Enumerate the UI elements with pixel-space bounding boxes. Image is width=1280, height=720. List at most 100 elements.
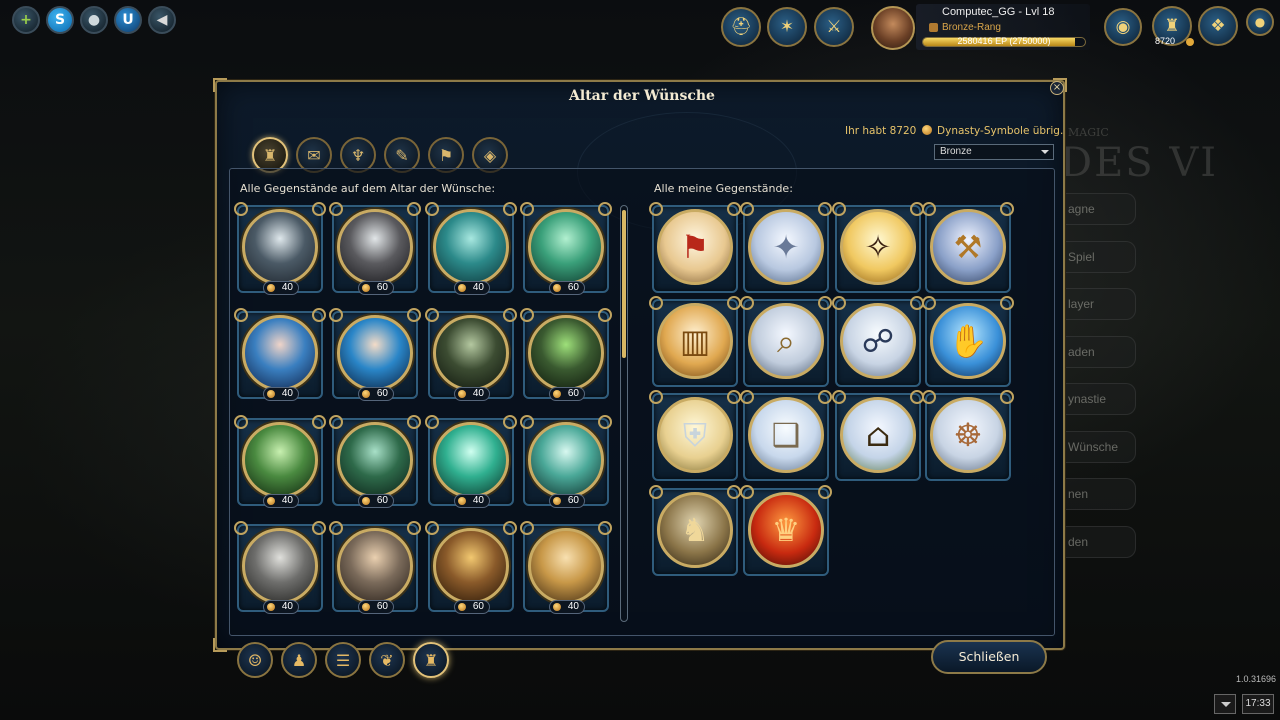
ep-text: 2580416 EP (2750000)	[957, 36, 1051, 46]
inventory-item-slot[interactable]: ✧	[832, 202, 924, 295]
stars-icon[interactable]: ✶	[767, 7, 807, 47]
dialog-title: Altar der Wünsche	[569, 88, 715, 104]
altar-item-slot[interactable]: 60	[329, 202, 421, 295]
item-price: 40	[263, 494, 299, 508]
inventory-item-slot[interactable]: ❑	[740, 390, 832, 483]
war-banner-icon: ⚑	[657, 209, 733, 285]
altar-item-slot[interactable]: 40	[425, 202, 517, 295]
altar-item-slot[interactable]: 40	[520, 521, 612, 614]
add-friend-icon[interactable]: +	[12, 6, 40, 34]
inventory-item-slot[interactable]: ✋	[922, 296, 1014, 389]
item-price: 40	[454, 281, 490, 295]
inventory-item-slot[interactable]: ⚒	[922, 202, 1014, 295]
item-price: 60	[549, 281, 585, 295]
spectre-portrait-1	[433, 209, 509, 285]
inventory-item-slot[interactable]: ♛	[740, 485, 832, 578]
inventory-item-slot[interactable]: ⌂	[832, 390, 924, 483]
background-menu-item: layer	[1060, 288, 1136, 320]
uplay-icon[interactable]: U	[114, 6, 142, 34]
altar-item-slot[interactable]: 60	[329, 308, 421, 401]
hammer-tools-icon: ⚒	[930, 209, 1006, 285]
altar-scrollbar[interactable]	[620, 205, 628, 622]
tab-book[interactable]: ☰	[325, 642, 361, 678]
ghoul-portrait-2	[337, 422, 413, 498]
lich-portrait-1	[433, 315, 509, 391]
altar-item-slot[interactable]: 40	[234, 202, 326, 295]
item-price: 40	[454, 494, 490, 508]
inventory-item-slot[interactable]: ⚑	[649, 202, 741, 295]
altar-item-slot[interactable]: 40	[425, 308, 517, 401]
monster-portrait-1	[242, 209, 318, 285]
altar-item-slot[interactable]: 60	[425, 521, 517, 614]
inventory-item-slot[interactable]: ✦	[740, 202, 832, 295]
globe-icon[interactable]: ◉	[1104, 8, 1142, 46]
close-icon[interactable]: ×	[1050, 81, 1064, 95]
chat-icon[interactable]: ●	[80, 6, 108, 34]
tab-army[interactable]: ♟	[281, 642, 317, 678]
item-price: 40	[263, 600, 299, 614]
monster-portrait-2	[337, 209, 413, 285]
helmet-icon[interactable]: ⛑	[721, 7, 761, 47]
background-menu-item: agne	[1060, 193, 1136, 225]
tab-laurel[interactable]: ❦	[369, 642, 405, 678]
item-price: 60	[549, 494, 585, 508]
scroll-thumb[interactable]	[622, 210, 626, 358]
item-price: 60	[358, 387, 394, 401]
item-price: 40	[263, 281, 299, 295]
coin-icon	[1186, 38, 1194, 46]
altar-item-slot[interactable]: 60	[329, 521, 421, 614]
hut-icon: ⌂	[840, 397, 916, 473]
open-book-icon: ❑	[748, 397, 824, 473]
item-price: 60	[358, 600, 394, 614]
announcement-icon[interactable]: ◀	[148, 6, 176, 34]
inventory-item-slot[interactable]: ☍	[832, 296, 924, 389]
tab-altar[interactable]: ♜	[413, 642, 449, 678]
skype-icon[interactable]: S	[46, 6, 74, 34]
lich-portrait-2	[528, 315, 604, 391]
altar-item-slot[interactable]: 40	[425, 415, 517, 508]
bottom-navigation: ☺ ♟ ☰ ❦ ♜	[237, 642, 449, 678]
orb-icon[interactable]: ●	[1246, 8, 1274, 36]
arms-raised-icon: ✧	[840, 209, 916, 285]
ghoul-portrait-1	[242, 422, 318, 498]
background-menu-item: aden	[1060, 335, 1136, 368]
background-menu-item: Spiel	[1060, 240, 1136, 273]
dropdown-value: Bronze	[940, 146, 972, 157]
player-rank: Bronze-Rang	[942, 22, 1001, 33]
winged-emblem-icon[interactable]: ❖	[1198, 6, 1238, 46]
version-text: 1.0.31696	[1236, 674, 1277, 684]
altar-item-slot[interactable]: 60	[520, 415, 612, 508]
inventory-item-slot[interactable]: ⌕	[740, 296, 832, 389]
currency-suffix: Dynasty-Symbole übrig.	[937, 125, 1064, 137]
handshake-icon: ☍	[840, 303, 916, 379]
player-avatar[interactable]	[871, 6, 915, 50]
altar-item-slot[interactable]: 60	[520, 308, 612, 401]
altar-item-slot[interactable]: 40	[234, 521, 326, 614]
magic-hand-icon: ✋	[930, 303, 1006, 379]
altar-item-slot[interactable]: 60	[520, 202, 612, 295]
shield-icon: ⛨	[657, 397, 733, 473]
rank-filter-dropdown[interactable]: Bronze	[934, 144, 1054, 160]
tab-hero[interactable]: ☺	[237, 642, 273, 678]
swords-icon[interactable]: ⚔	[814, 7, 854, 47]
background-logo: DES VI	[1060, 140, 1219, 186]
close-button[interactable]: Schließen	[931, 640, 1047, 674]
background-menu-item: den	[1060, 525, 1136, 558]
my-items-label: Alle meine Gegenstände:	[654, 182, 793, 195]
rank-icon	[929, 23, 938, 32]
inventory-item-slot[interactable]: ♞	[649, 485, 741, 578]
altar-items-label: Alle Gegenstände auf dem Altar der Wünsc…	[240, 182, 496, 195]
dynasty-coin-icon	[921, 125, 932, 135]
inventory-item-slot[interactable]: ⛨	[649, 390, 741, 483]
item-price: 40	[549, 600, 585, 614]
altar-item-slot[interactable]: 40	[234, 415, 326, 508]
inventory-item-slot[interactable]: ▥	[649, 296, 741, 389]
naga-portrait-2	[528, 422, 604, 498]
inventory-item-slot[interactable]: ☸	[922, 390, 1014, 483]
background-logo-small: MAGIC	[1068, 126, 1109, 139]
altar-item-slot[interactable]: 60	[329, 415, 421, 508]
tray-button[interactable]	[1214, 694, 1236, 714]
demon-lady-icon: ♛	[748, 492, 824, 568]
item-price: 60	[358, 281, 394, 295]
altar-item-slot[interactable]: 40	[234, 308, 326, 401]
